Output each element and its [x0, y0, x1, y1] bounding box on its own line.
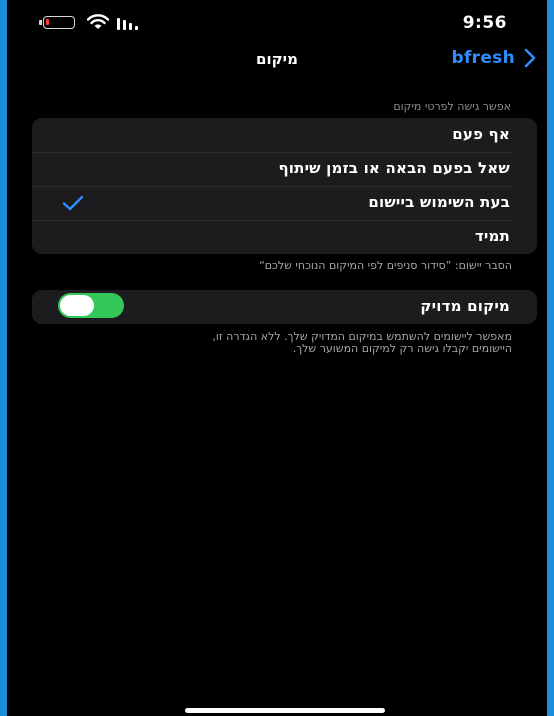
checkmark-icon	[62, 195, 84, 211]
option-label: תמיד	[474, 227, 510, 245]
location-access-header: אפשר גישה לפרטי מיקום	[393, 100, 511, 113]
chevron-right-icon[interactable]	[523, 48, 537, 68]
option-label: אף פעם	[452, 125, 510, 143]
precise-location-cell: מיקום מדויק	[32, 290, 537, 324]
back-button-label[interactable]: bfresh	[452, 48, 516, 68]
status-bar: 9:56	[7, 0, 547, 40]
home-indicator[interactable]	[185, 708, 385, 713]
back-button[interactable]: bfresh	[452, 46, 538, 70]
status-time: 9:56	[462, 13, 507, 33]
option-label: שאל בפעם הבאה או בזמן שיתוף	[278, 159, 510, 177]
battery-icon	[39, 16, 75, 29]
cellular-signal-icon	[117, 16, 147, 30]
wifi-icon	[87, 14, 109, 29]
precise-location-label: מיקום מדויק	[420, 297, 510, 315]
toggle-knob[interactable]	[60, 295, 94, 316]
option-always[interactable]: תמיד	[32, 220, 537, 254]
option-label: בעת השימוש ביישום	[368, 193, 510, 211]
precise-location-footer-line2: היישומים יקבלו גישה רק למיקום המשוער שלך…	[292, 342, 512, 355]
option-ask-next-time[interactable]: שאל בפעם הבאה או בזמן שיתוף	[32, 152, 537, 186]
precise-location-footer: מאפשר ליישומים להשתמש במיקום המדויק שלך.…	[212, 331, 512, 355]
settings-screen: 9:56 מיקום bfresh אפשר גישה לפרטי מיקום …	[7, 0, 547, 716]
option-never[interactable]: אף פעם	[32, 118, 537, 152]
precise-location-row: מיקום מדויק	[32, 290, 537, 324]
precise-location-toggle[interactable]	[58, 293, 124, 318]
location-access-options: אף פעם שאל בפעם הבאה או בזמן שיתוף בעת ה…	[32, 118, 537, 254]
app-explanation: הסבר יישום: ”סידור סניפים לפי המיקום הנו…	[259, 259, 512, 272]
option-while-using[interactable]: בעת השימוש ביישום	[32, 186, 537, 220]
